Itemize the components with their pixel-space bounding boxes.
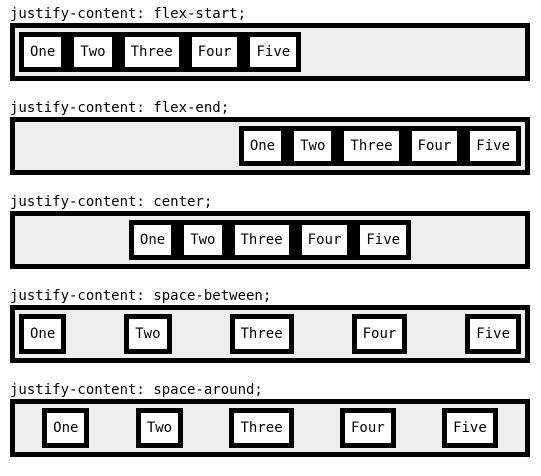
flex-item-four: Four xyxy=(340,408,396,448)
flex-container: One Two Three Four Five xyxy=(10,117,530,175)
demo-caption: justify-content: space-around; xyxy=(10,382,263,398)
flex-item-group: One Two Three Four Five xyxy=(19,32,302,72)
flex-container: One Two Three Four Five xyxy=(10,305,530,363)
flex-item-two: Two xyxy=(135,408,184,448)
flex-item-five: Five xyxy=(442,408,498,448)
demo-center: justify-content: center; One Two Three F… xyxy=(10,194,530,288)
flex-item-five: Five xyxy=(245,32,302,72)
flex-item-five: Five xyxy=(355,220,412,260)
demo-caption: justify-content: flex-start; xyxy=(10,6,247,22)
demo-caption: justify-content: flex-end; xyxy=(10,100,230,116)
flex-item-one: One xyxy=(238,126,287,166)
demo-caption: justify-content: space-between; xyxy=(10,288,272,304)
flex-item-four: Four xyxy=(351,314,408,354)
flex-item-group: One Two Three Four Five xyxy=(128,220,412,260)
flex-item-group: One Two Three Four Five xyxy=(19,408,521,448)
flex-item-three: Three xyxy=(229,314,294,354)
flex-item-five: Five xyxy=(465,314,521,354)
demo-caption: justify-content: center; xyxy=(10,194,213,210)
flex-item-three: Three xyxy=(339,126,404,166)
justify-content-demos: justify-content: flex-start; One Two Thr… xyxy=(10,6,530,476)
demo-space-between: justify-content: space-between; One Two … xyxy=(10,288,530,382)
flex-item-three: Three xyxy=(229,408,294,448)
flex-container: One Two Three Four Five xyxy=(10,211,530,269)
flex-item-one: One xyxy=(19,32,67,72)
demo-space-around: justify-content: space-around; One Two T… xyxy=(10,382,530,476)
flex-item-one: One xyxy=(19,314,67,354)
flex-item-two: Two xyxy=(289,126,337,166)
flex-item-three: Three xyxy=(119,32,184,72)
demo-flex-end: justify-content: flex-end; One Two Three… xyxy=(10,100,530,194)
demo-flex-start: justify-content: flex-start; One Two Thr… xyxy=(10,6,530,100)
flex-item-four: Four xyxy=(186,32,243,72)
flex-item-three: Three xyxy=(229,220,294,260)
flex-item-two: Two xyxy=(179,220,227,260)
flex-item-four: Four xyxy=(406,126,463,166)
flex-item-group: One Two Three Four Five xyxy=(238,126,521,166)
flex-item-two: Two xyxy=(124,314,172,354)
flex-container: One Two Three Four Five xyxy=(10,399,530,457)
flex-item-five: Five xyxy=(465,126,521,166)
flex-item-four: Four xyxy=(296,220,353,260)
flex-item-group: One Two Three Four Five xyxy=(19,314,521,354)
flex-item-one: One xyxy=(128,220,177,260)
flex-item-two: Two xyxy=(69,32,117,72)
flex-item-one: One xyxy=(42,408,90,448)
flex-container: One Two Three Four Five xyxy=(10,23,530,81)
